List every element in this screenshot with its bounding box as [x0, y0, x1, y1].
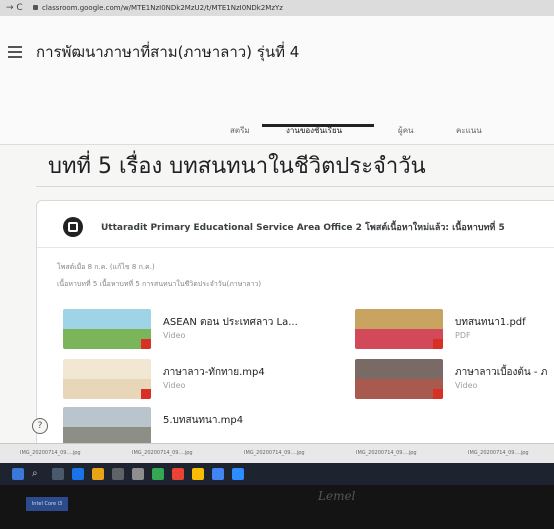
app-icon[interactable]	[172, 468, 184, 480]
browser-nav-controls[interactable]: → C	[6, 0, 23, 16]
attachment-type: PDF	[455, 331, 471, 340]
downloads-bar: IMG_20200714_09....jpg IMG_20200714_09..…	[0, 443, 554, 463]
lock-icon	[33, 5, 38, 10]
attachment-title: 5.บทสนทนา.mp4	[163, 415, 244, 426]
post-description: เนื้อหาบทที่ 5 เนื้อหาบทที่ 5 การสนทนาใน…	[57, 280, 262, 288]
post-card[interactable]: Uttaradit Primary Educational Service Ar…	[36, 200, 554, 452]
tab-grades[interactable]: คะแนน	[456, 124, 482, 137]
mail-icon[interactable]	[132, 468, 144, 480]
attachment-title: บทสนทนา1.pdf	[455, 317, 526, 328]
attachment-video[interactable]: 5.บทสนทนา.mp4	[63, 407, 323, 447]
class-tabs: สตรีม งานของชั้นเรียน ผู้คน คะแนน	[0, 124, 554, 144]
download-item[interactable]: IMG_20200714_09....jpg	[468, 450, 529, 456]
tab-stream[interactable]: สตรีม	[230, 124, 250, 137]
pdf-thumbnail	[355, 309, 443, 349]
video-thumbnail	[355, 359, 443, 399]
video-thumbnail	[63, 407, 151, 447]
screen: → C classroom.google.com/w/MTE1NzI0NDk2M…	[0, 0, 554, 463]
attachment-video[interactable]: ภาษาลาว-ทักทาย.mp4 Video	[63, 359, 323, 399]
class-title[interactable]: การพัฒนาภาษาที่สาม(ภาษาลาว) รุ่นที่ 4	[36, 40, 299, 64]
active-tab-indicator	[262, 124, 374, 127]
address-bar[interactable]: → C classroom.google.com/w/MTE1NzI0NDk2M…	[0, 0, 554, 16]
app-icon[interactable]	[152, 468, 164, 480]
attachment-video[interactable]: ภาษาลาวเบื้องต้น - ภ Video	[355, 359, 554, 399]
start-icon[interactable]	[12, 468, 24, 480]
monitor-bezel: Intel Core i3 Lemel	[0, 485, 554, 529]
url-text[interactable]: classroom.google.com/w/MTE1NzI0NDk2MzU2/…	[42, 0, 283, 16]
attachment-type: Video	[455, 381, 478, 390]
download-item[interactable]: IMG_20200714_09....jpg	[244, 450, 305, 456]
download-item[interactable]: IMG_20200714_09....jpg	[356, 450, 417, 456]
attachment-type: Video	[163, 381, 186, 390]
attachment-title: ASEAN ตอน ประเทศลาว La...	[163, 317, 298, 328]
app-icon[interactable]	[232, 468, 244, 480]
post-divider	[37, 247, 554, 248]
download-item[interactable]: IMG_20200714_09....jpg	[132, 450, 193, 456]
attachment-video[interactable]: ASEAN ตอน ประเทศลาว La... Video	[63, 309, 323, 349]
search-icon[interactable]: ⌕	[32, 468, 44, 480]
download-item[interactable]: IMG_20200714_09....jpg	[20, 450, 81, 456]
chrome-icon[interactable]	[212, 468, 224, 480]
help-icon[interactable]: ?	[32, 418, 48, 434]
post-author[interactable]: Uttaradit Primary Educational Service Ar…	[101, 220, 505, 234]
attachment-title: ภาษาลาว-ทักทาย.mp4	[163, 367, 265, 378]
tab-people[interactable]: ผู้คน	[398, 124, 414, 137]
attachment-title: ภาษาลาวเบื้องต้น - ภ	[455, 367, 548, 378]
taskbar: ⌕	[0, 463, 554, 485]
attachment-type: Video	[163, 331, 186, 340]
hardware-sticker: Intel Core i3	[26, 497, 68, 511]
monitor-brand-logo: Lemel	[318, 489, 356, 503]
attachment-pdf[interactable]: บทสนทนา1.pdf PDF	[355, 309, 554, 349]
file-explorer-icon[interactable]	[92, 468, 104, 480]
store-icon[interactable]	[112, 468, 124, 480]
edge-icon[interactable]	[72, 468, 84, 480]
video-thumbnail	[63, 309, 151, 349]
hamburger-menu-icon[interactable]	[8, 46, 22, 58]
video-thumbnail	[63, 359, 151, 399]
task-view-icon[interactable]	[52, 468, 64, 480]
post-date: โพสต์เมื่อ 8 ก.ค. (แก้ไข 8 ก.ค.)	[57, 263, 155, 271]
title-divider	[36, 186, 554, 187]
material-icon	[63, 217, 83, 237]
app-icon[interactable]	[192, 468, 204, 480]
lesson-title: บทที่ 5 เรื่อง บทสนทนาในชีวิตประจำวัน	[48, 154, 426, 179]
